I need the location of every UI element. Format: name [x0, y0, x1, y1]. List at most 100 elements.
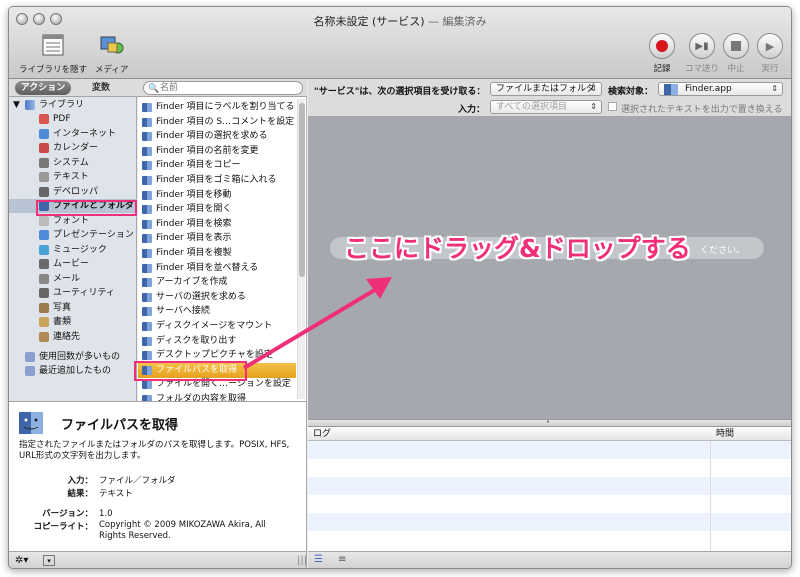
- replace-checkbox[interactable]: [608, 102, 617, 111]
- gear-menu-icon[interactable]: ✲▾: [15, 555, 28, 566]
- action-item[interactable]: Finder 項目を表示: [138, 231, 296, 246]
- resize-handle-icon[interactable]: |||: [297, 555, 307, 566]
- disclosure-triangle-icon[interactable]: ▼: [13, 98, 20, 112]
- action-item[interactable]: Finder 項目の名前を変更: [138, 144, 296, 159]
- run-button[interactable]: ▶ 実行: [757, 33, 783, 74]
- library-icon: [42, 34, 64, 56]
- step-button[interactable]: ▶▮ コマ送り: [685, 33, 719, 74]
- smart-group-recently-added[interactable]: 最近追加したもの: [9, 364, 137, 378]
- library-item-pdf[interactable]: PDF: [9, 112, 137, 126]
- fonts-icon: [39, 215, 49, 226]
- media-button[interactable]: メディア: [95, 33, 128, 75]
- library-item-calendar[interactable]: カレンダー: [9, 141, 137, 155]
- result-row: 結果： テキスト: [67, 489, 133, 499]
- tab-variables[interactable]: 変数: [81, 81, 121, 95]
- table-row: [308, 531, 791, 549]
- log-splitter[interactable]: •: [308, 418, 791, 427]
- time-column-header[interactable]: 時間: [716, 427, 734, 441]
- library-item-contacts[interactable]: 連絡先: [9, 330, 137, 344]
- finder-action-icon: [142, 117, 152, 127]
- action-item[interactable]: Finder 項目を複製: [138, 246, 296, 261]
- finder-icon: [664, 84, 678, 95]
- library-item-movies[interactable]: ムービー: [9, 257, 137, 271]
- library-item-text[interactable]: テキスト: [9, 170, 137, 184]
- finder-action-icon: [142, 219, 152, 229]
- action-item[interactable]: アーカイブを作成: [138, 275, 296, 290]
- scroll-thumb[interactable]: [299, 103, 305, 277]
- receives-select[interactable]: ファイルまたはフォルダ ⇕: [490, 82, 602, 96]
- finder-action-icon: [142, 336, 152, 346]
- media-icon: [100, 36, 124, 54]
- library-item-presentation[interactable]: プレゼンテーション: [9, 228, 137, 242]
- workflow-area[interactable]: ください。 ここにドラッグ&ドロップする: [308, 117, 791, 419]
- search-icon: 🔍: [148, 84, 160, 94]
- action-item[interactable]: フォルダの内容を取得: [138, 392, 296, 401]
- action-item[interactable]: サーバへ接続: [138, 304, 296, 319]
- finder-action-icon: [142, 263, 152, 273]
- description-toggle-icon[interactable]: ▾: [43, 555, 55, 566]
- finder-action-icon: [142, 205, 152, 215]
- action-item[interactable]: Finder 項目をコピー: [138, 158, 296, 173]
- finder-action-icon: [142, 351, 152, 361]
- smart-group-most-used[interactable]: 使用回数が多いもの: [9, 350, 137, 364]
- highlight-get-file-path: [134, 361, 247, 381]
- splitter-grip-icon[interactable]: •: [546, 418, 550, 426]
- log-column-header[interactable]: ログ: [313, 427, 331, 441]
- documents-icon: [39, 317, 49, 327]
- library-item-system[interactable]: システム: [9, 156, 137, 170]
- hide-library-button[interactable]: ライブラリを隠す: [19, 33, 87, 75]
- record-button[interactable]: 記録: [649, 33, 675, 74]
- finder-action-icon: [142, 292, 152, 302]
- utilities-icon: [39, 288, 49, 298]
- table-row: [308, 495, 791, 513]
- library-item-photos[interactable]: 写真: [9, 301, 137, 315]
- finder-action-icon: [142, 249, 152, 258]
- highlight-files-folders: [36, 200, 137, 216]
- finder-action-icon: [142, 307, 152, 317]
- library-folder-icon: [25, 100, 35, 110]
- input-select[interactable]: すべての選択項目 ⇕: [490, 100, 602, 114]
- finder-icon: [19, 412, 43, 434]
- action-item[interactable]: Finder 項目を並べ替える: [138, 261, 296, 276]
- action-item[interactable]: ディスクを取り出す: [138, 334, 296, 349]
- music-icon: [39, 244, 49, 255]
- step-icon: ▶▮: [695, 40, 709, 52]
- movies-icon: [39, 259, 49, 269]
- action-item[interactable]: サーバの選択を求める: [138, 290, 296, 305]
- action-item[interactable]: ディスクイメージをマウント: [138, 319, 296, 334]
- list-view-icon[interactable]: ☰: [314, 554, 323, 565]
- search-input[interactable]: 🔍 名前: [143, 81, 303, 95]
- library-bottom-bar: ✲▾ ▾ |||: [9, 551, 307, 568]
- library-item-mail[interactable]: メール: [9, 272, 137, 286]
- action-item[interactable]: Finder 項目を移動: [138, 188, 296, 203]
- window-title: 名称未設定 (サービス) — 編集済み: [313, 15, 487, 28]
- stop-button[interactable]: 中止: [723, 33, 749, 74]
- action-item[interactable]: Finder 項目の S…コメントを設定: [138, 115, 296, 130]
- play-icon: ▶: [765, 39, 775, 53]
- finder-action-icon: [142, 278, 152, 288]
- library-item-music[interactable]: ミュージック: [9, 243, 137, 257]
- variable-view-icon[interactable]: ≡: [338, 554, 346, 565]
- action-item[interactable]: Finder 項目を検索: [138, 217, 296, 232]
- library-item-developer[interactable]: デベロッパ: [9, 185, 137, 199]
- action-item[interactable]: Finder 項目をゴミ箱に入れる: [138, 173, 296, 188]
- library-root[interactable]: ▼ ライブラリ: [9, 98, 137, 112]
- input-row: 入力： ファイル／フォルダ: [67, 476, 176, 486]
- library-item-internet[interactable]: インターネット: [9, 127, 137, 141]
- table-row: [308, 477, 791, 495]
- library-item-utilities[interactable]: ユーティリティ: [9, 286, 137, 300]
- finder-action-icon: [142, 161, 152, 171]
- finder-action-icon: [142, 380, 152, 390]
- action-item[interactable]: Finder 項目の選択を求める: [138, 129, 296, 144]
- library-list: ▼ ライブラリ PDF インターネット カレンダー システム テキスト デベロッパ ファイル…: [9, 97, 137, 401]
- tab-actions[interactable]: アクション: [15, 81, 71, 95]
- record-icon: [656, 40, 668, 52]
- library-toolbar: アクション 変数 🔍 名前: [9, 79, 307, 97]
- actions-scrollbar[interactable]: [297, 99, 305, 399]
- library-item-documents[interactable]: 書類: [9, 315, 137, 329]
- target-app-select[interactable]: Finder.app ⇕: [658, 82, 783, 96]
- service-settings-bar: "サービス"は、次の選択項目を受け取る： ファイルまたはフォルダ ⇕ 検索対象： …: [308, 79, 791, 117]
- action-item[interactable]: Finder 項目を開く: [138, 202, 296, 217]
- finder-action-icon: [142, 190, 152, 200]
- action-item[interactable]: Finder 項目にラベルを割り当てる: [138, 100, 296, 115]
